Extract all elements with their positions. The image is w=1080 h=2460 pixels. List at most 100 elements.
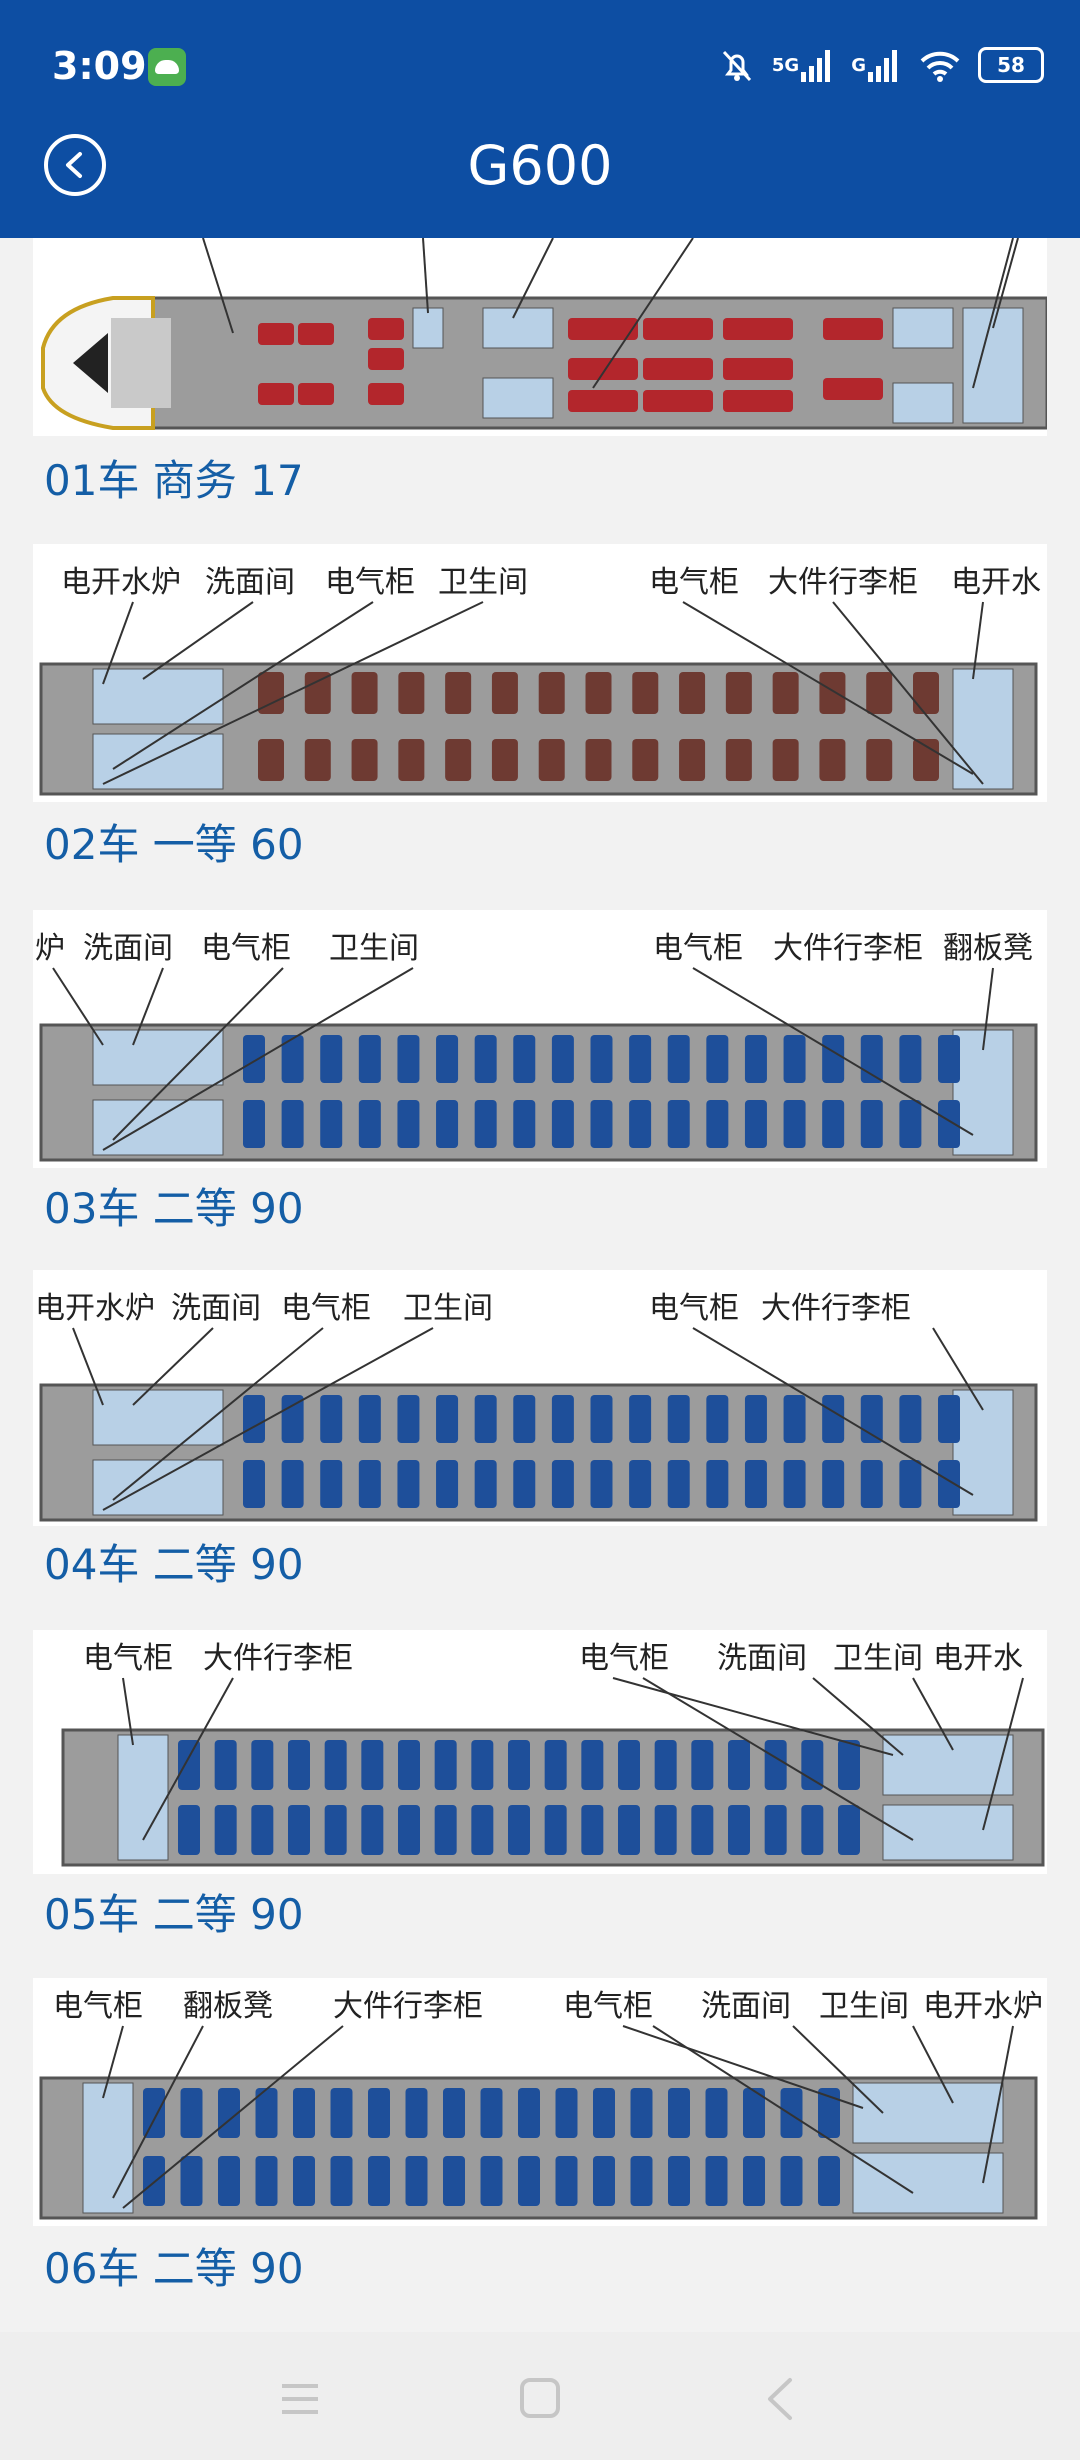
seat xyxy=(358,1035,381,1083)
seat xyxy=(320,1100,343,1148)
seat xyxy=(819,739,846,781)
seat xyxy=(436,1460,459,1508)
seat xyxy=(518,2088,540,2138)
seat xyxy=(822,1035,845,1083)
seat xyxy=(780,2088,803,2138)
seat xyxy=(445,739,472,781)
seat xyxy=(801,1805,824,1855)
seat xyxy=(324,1740,347,1790)
seat xyxy=(590,1395,613,1443)
seat xyxy=(938,1460,960,1508)
car-diagram: 电气柜 翻板凳 大件行李柜 电气柜 洗面间 卫生间 电开水炉 xyxy=(33,1978,1047,2226)
seat xyxy=(679,672,706,714)
seat xyxy=(780,2156,803,2206)
seat xyxy=(324,1805,347,1855)
car-item[interactable]: 01车 商务 17 xyxy=(0,238,1080,518)
back-triangle-icon[interactable] xyxy=(750,2374,810,2424)
seat xyxy=(705,2156,728,2206)
diagram-label: 电气柜 xyxy=(653,931,743,966)
seat xyxy=(590,1035,613,1083)
seat xyxy=(668,2088,690,2138)
seat xyxy=(581,1740,604,1790)
seat xyxy=(772,739,799,781)
seat xyxy=(397,1035,420,1083)
diagram-label: 大件行李柜 xyxy=(333,1989,483,2024)
seat xyxy=(436,1395,459,1443)
seat xyxy=(398,672,425,714)
seat xyxy=(764,1740,787,1790)
seat xyxy=(706,1035,729,1083)
seat xyxy=(632,739,659,781)
car-item[interactable]: 电气柜 大件行李柜 电气柜 洗面间 卫生间 电开水 05车 二等 90 xyxy=(0,1628,1080,1970)
seat xyxy=(705,2088,728,2138)
car-diagram xyxy=(33,238,1049,436)
diagram-label: 电开水炉 xyxy=(61,565,181,600)
seat xyxy=(474,1100,497,1148)
seat xyxy=(436,1100,459,1148)
seat xyxy=(513,1100,536,1148)
seat xyxy=(819,672,846,714)
diagram-label: 洗面间 xyxy=(171,1291,261,1326)
car-item[interactable]: 电开水炉 洗面间 电气柜 卫生间 电气柜 大件行李柜 04车 二等 90 xyxy=(0,1268,1080,1610)
seat xyxy=(899,1395,922,1443)
seat xyxy=(443,2088,465,2138)
diagram-label: 卫生间 xyxy=(438,565,528,600)
seat xyxy=(143,2156,165,2206)
seat xyxy=(860,1035,883,1083)
seat xyxy=(293,2088,315,2138)
diagram-label: 电气柜 xyxy=(649,565,739,600)
seat xyxy=(866,739,893,781)
car-item[interactable]: 电气柜 翻板凳 大件行李柜 电气柜 洗面间 卫生间 电开水炉 06车 二等 90 xyxy=(0,1976,1080,2318)
diagram-label: 翻板凳 xyxy=(183,1989,273,2024)
car-diagram: 电开水炉 洗面间 电气柜 卫生间 电气柜 大件行李柜 电开水 xyxy=(33,544,1047,802)
seat xyxy=(555,2088,578,2138)
menu-icon[interactable] xyxy=(270,2374,330,2424)
seat xyxy=(783,1035,806,1083)
seat xyxy=(590,1460,613,1508)
seat xyxy=(679,739,706,781)
seat xyxy=(629,1395,652,1443)
diagram-label: 电开水炉 xyxy=(923,1989,1043,2024)
seat xyxy=(368,2156,390,2206)
car-diagram: 炉 洗面间 电气柜 卫生间 电气柜 大件行李柜 翻板凳 xyxy=(33,910,1047,1168)
seat xyxy=(667,1460,690,1508)
diagram-label: 电气柜 xyxy=(281,1291,371,1326)
seat xyxy=(361,1740,384,1790)
seat xyxy=(143,2088,165,2138)
car-list[interactable]: 01车 商务 17 电开水炉 洗面间 电气柜 卫生间 电气柜 大件行李柜 电开水 xyxy=(0,238,1080,2332)
seat xyxy=(630,2156,653,2206)
system-nav-bar xyxy=(0,2332,1080,2460)
diagram-label: 电气柜 xyxy=(579,1641,669,1676)
diagram-label: 炉 xyxy=(35,931,65,966)
seat xyxy=(436,1035,459,1083)
seat xyxy=(513,1460,536,1508)
car-item[interactable]: 电开水炉 洗面间 电气柜 卫生间 电气柜 大件行李柜 电开水 02车 一等 60 xyxy=(0,540,1080,882)
seat xyxy=(513,1395,536,1443)
seat xyxy=(397,1395,420,1443)
seat xyxy=(304,739,331,781)
home-square-icon[interactable] xyxy=(510,2374,570,2424)
diagram-label: 电气柜 xyxy=(649,1291,739,1326)
seat xyxy=(838,1805,860,1855)
seat xyxy=(783,1460,806,1508)
seat xyxy=(508,1805,530,1855)
network-label-5g: 5G xyxy=(771,54,800,76)
diagram-label: 电气柜 xyxy=(563,1989,653,2024)
seat xyxy=(243,1100,265,1148)
seat xyxy=(899,1460,922,1508)
seat xyxy=(585,739,612,781)
seat xyxy=(772,672,799,714)
car-item[interactable]: 炉 洗面间 电气柜 卫生间 电气柜 大件行李柜 翻板凳 03车 二等 90 xyxy=(0,906,1080,1248)
seat xyxy=(398,739,425,781)
seat xyxy=(513,1035,536,1083)
seat xyxy=(938,1395,960,1443)
diagram-label: 大件行李柜 xyxy=(773,931,923,966)
seat xyxy=(288,1805,310,1855)
diagram-label: 大件行李柜 xyxy=(203,1641,353,1676)
seat xyxy=(361,1805,384,1855)
signal-icon: 5G xyxy=(772,48,835,82)
seat xyxy=(838,1740,860,1790)
seat xyxy=(691,1740,714,1790)
seat xyxy=(397,1460,420,1508)
seat xyxy=(480,2156,503,2206)
